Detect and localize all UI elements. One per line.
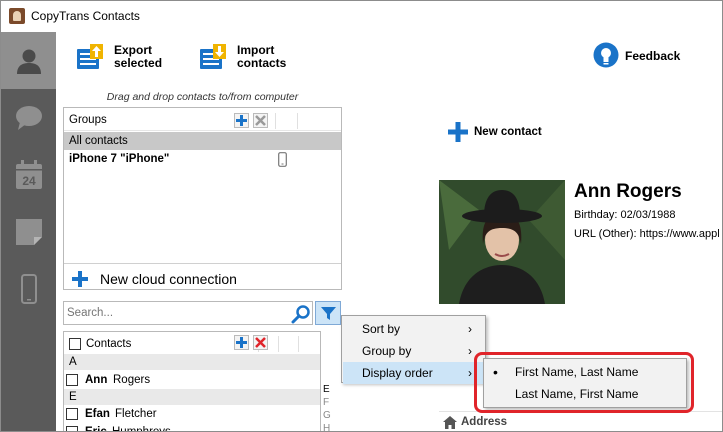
select-all-checkbox[interactable] [69,338,81,350]
import-contacts-label: Import contacts [237,43,287,70]
phone-icon [278,152,287,167]
feedback-label: Feedback [625,48,681,63]
phone-icon [20,273,37,304]
contact-first-name: Efan [85,408,110,420]
delete-contact-button[interactable] [253,335,268,350]
house-icon [443,415,457,429]
app-icon [9,8,25,24]
title-bar: CopyTrans Contacts [1,1,722,32]
contact-first-name: Eric [85,426,107,432]
search-icon[interactable] [291,304,311,324]
sidebar-item-calendars[interactable]: 24 [1,146,56,203]
feedback-button[interactable]: Feedback [593,42,680,70]
menu-item-group-by[interactable]: Group by › [343,340,484,362]
index-letter[interactable]: F [323,396,337,409]
new-cloud-connection-button[interactable]: New cloud connection [64,268,341,290]
import-contacts-button[interactable]: Import contacts [199,43,286,71]
groups-header: Groups [64,111,341,131]
calendar-icon: 24 [15,159,42,189]
sidebar-item-contacts[interactable] [1,32,56,89]
letter-divider: A [64,354,320,370]
add-contact-button[interactable] [234,335,249,350]
groups-header-label: Groups [69,114,107,126]
sidebar: 24 [1,32,56,431]
contact-name: Ann Rogers [574,181,682,202]
chevron-right-icon: › [468,322,472,336]
group-item-iphone[interactable]: iPhone 7 "iPhone" [64,150,341,168]
sidebar-item-messages[interactable] [1,89,56,146]
new-cloud-connection-label: New cloud connection [100,271,237,287]
window-title: CopyTrans Contacts [31,9,140,23]
filter-button[interactable] [315,301,341,325]
sidebar-item-device[interactable] [1,260,56,317]
contact-row-efan-fletcher[interactable]: Efan Fletcher [64,405,320,423]
note-icon [15,218,42,245]
letter-divider-label: A [69,356,77,368]
sidebar-item-notes[interactable] [1,203,56,260]
contact-birthday: Birthday: 02/03/1988 [574,209,676,221]
menu-item-label: Sort by [362,322,401,336]
lightbulb-icon [593,42,619,68]
export-icon [77,44,103,69]
calendar-badge: 24 [22,174,36,188]
index-letter[interactable]: G [323,409,337,422]
group-item-all-contacts[interactable]: All contacts [64,132,341,150]
contact-row-eric-humphreys[interactable]: Eric Humphreys [64,423,320,432]
menu-item-label: Display order [362,366,433,380]
contacts-header: Contacts [64,334,320,354]
speech-bubble-icon [15,105,42,130]
group-item-label: All contacts [69,135,128,147]
contact-checkbox[interactable] [66,408,78,420]
plus-icon [236,337,247,348]
group-item-label: iPhone 7 "iPhone" [69,153,170,165]
plus-icon [72,271,88,287]
menu-item-sort-by[interactable]: Sort by › [343,318,484,340]
filter-icon [321,307,336,320]
search-input[interactable] [67,305,282,321]
new-contact-label: New contact [474,126,542,138]
contact-checkbox[interactable] [66,374,78,386]
chevron-right-icon: › [468,366,472,380]
contact-last-name: Fletcher [115,408,157,420]
address-label: Address [461,416,508,428]
groups-panel: Groups All contacts iPhone 7 "iPhone" Ne… [63,107,342,290]
letter-divider: E [64,389,320,405]
contact-url[interactable]: URL (Other): https://www.appl [574,228,722,240]
letter-divider-label: E [69,391,77,403]
new-contact-button[interactable]: New contact [448,122,542,142]
alphabet-index: E F G H [323,383,337,431]
close-icon [255,337,266,348]
index-letter[interactable]: H [323,422,337,431]
contact-checkbox[interactable] [66,426,78,431]
contact-last-name: Rogers [113,374,151,386]
import-icon [200,44,226,69]
person-icon [16,49,41,74]
display-context-menu: Sort by › Group by › Display order › [341,315,486,384]
contacts-header-label: Contacts [86,338,132,350]
export-selected-label: Export selected [114,43,163,70]
annotation-highlight [474,352,694,413]
contact-last-name: Humphreys [112,426,171,432]
menu-item-display-order[interactable]: Display order › [343,362,484,384]
delete-group-button[interactable] [253,113,268,128]
plus-icon [236,115,247,126]
contact-photo[interactable] [439,180,565,304]
contact-first-name: Ann [85,374,108,386]
index-letter[interactable]: E [323,383,337,396]
drag-drop-hint: Drag and drop contacts to/from computer [106,91,299,103]
close-icon [255,115,266,126]
search-box [63,301,313,325]
export-selected-button[interactable]: Export selected [76,43,162,71]
contacts-panel: Contacts A Ann Rogers E Efan Fletcher Er… [63,331,321,432]
menu-item-label: Group by [362,344,412,358]
chevron-right-icon: › [468,344,472,358]
portrait-image [439,180,565,304]
contact-row-ann-rogers[interactable]: Ann Rogers [64,371,320,389]
address-section: Address [439,411,722,431]
add-group-button[interactable] [234,113,249,128]
app-window: CopyTrans Contacts 24 Export selected Im… [0,0,723,432]
plus-icon [448,122,468,142]
